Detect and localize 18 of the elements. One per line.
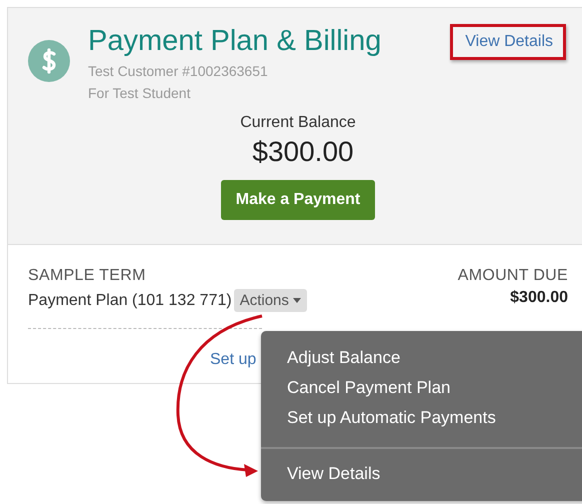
menu-item[interactable]: Set up Automatic Payments	[261, 403, 522, 433]
card-title: Payment Plan & Billing	[88, 24, 382, 59]
menu-item[interactable]: Adjust Balance	[261, 343, 426, 373]
make-payment-button[interactable]: Make a Payment	[220, 180, 376, 220]
balance-amount: $300.00	[252, 136, 354, 168]
amount-due: $300.00	[510, 289, 568, 308]
customer-number: Test Customer #1002363651	[88, 62, 269, 81]
menu-item[interactable]: View Details	[261, 459, 406, 489]
dollar-icon	[28, 40, 70, 82]
amount-due-label: AMOUNT DUE	[458, 267, 568, 285]
caret-icon	[292, 298, 301, 303]
plan-name: Payment Plan (101 132 771)	[28, 292, 232, 310]
view-details-link[interactable]: View Details	[465, 33, 553, 50]
menu-item[interactable]: Cancel Payment Plan	[261, 373, 476, 403]
balance-label: Current Balance	[240, 114, 356, 132]
term-name: SAMPLE TERM	[28, 267, 146, 285]
actions-button[interactable]: Actions	[234, 289, 307, 312]
student-name: For Test Student	[88, 84, 192, 103]
